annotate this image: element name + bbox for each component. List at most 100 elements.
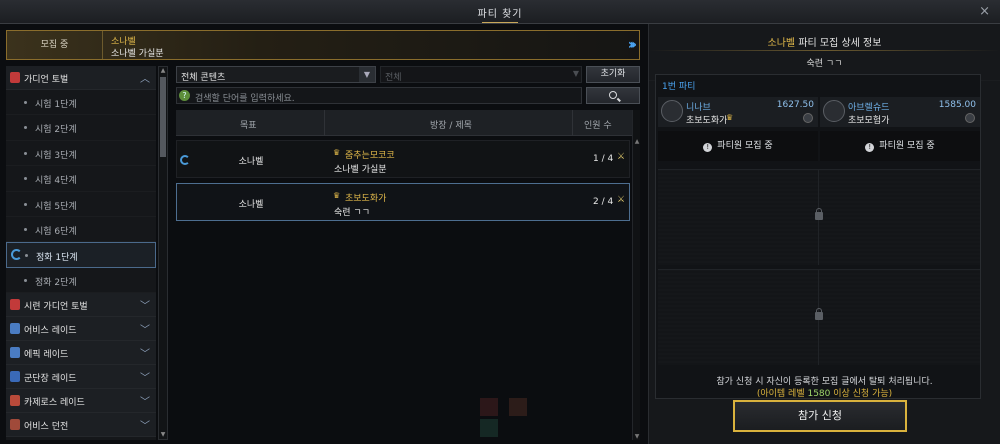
sidebar-item-trial-2[interactable]: 시험 2단계 [6, 115, 156, 141]
row-title: 소나벨 가실분 [334, 165, 387, 175]
class-avatar-icon [823, 100, 845, 122]
sidebar-scrollbar[interactable]: ▲ ▼ [158, 66, 168, 440]
detail-title-rest: 파티 모집 상세 정보 [795, 38, 882, 49]
header-goal: 목표 [240, 121, 257, 131]
level-req-suffix: 이상 신청 가능) [830, 389, 893, 399]
table-row[interactable]: 소나벨 ♛ 줌추는모코코 소나벨 가실분 1 / 4 ⚔ [176, 140, 630, 178]
banner-label: 모집 중 [7, 31, 103, 59]
category-label: 에픽 레이드 [24, 350, 69, 361]
table-scrollbar[interactable]: ▲ ▼ [632, 110, 640, 440]
abyss-dungeon-icon [10, 419, 20, 431]
sidebar-item-label: 시험 6단계 [35, 226, 77, 237]
bullet-icon [24, 101, 27, 104]
title-ornament [482, 17, 518, 23]
member-item-level: 1585.00 [938, 100, 976, 110]
row-leader: 초보도화가 [345, 194, 387, 204]
recruiting-banner[interactable]: 모집 중 소나벨 소나벨 가실분 ››› [6, 30, 640, 60]
sidebar-item-purify-1[interactable]: 정화 1단계 [6, 242, 156, 268]
sidebar-item-trial-5[interactable]: 시험 5단계 [6, 192, 156, 217]
chevron-down-icon[interactable]: ▼ [359, 67, 375, 82]
guardian-icon [10, 72, 20, 83]
member-class: 초보도화가 [686, 116, 728, 126]
abyss-raid-icon [10, 323, 20, 335]
help-icon[interactable]: ? [179, 90, 190, 101]
row-count: 1 / 4 [593, 154, 614, 164]
sidebar-item-trial-4[interactable]: 시험 4단계 [6, 166, 156, 192]
detail-panel: 소나벨 파티 모집 상세 정보 숙련 ㄱㄱ 1번 파티 니나브 초보도화가 ♛ … [648, 24, 1000, 444]
chevron-up-icon: ︿ [140, 74, 150, 85]
category-legion-raid[interactable]: 군단장 레이드 ﹀ [6, 365, 156, 390]
column-divider [324, 110, 325, 136]
crown-icon: ♛ [726, 113, 734, 122]
crown-icon: ♛ [333, 191, 341, 200]
empty-slot-recruiting: ! 파티원 모집 중 [820, 131, 980, 161]
detail-title: 소나벨 파티 모집 상세 정보 [649, 34, 1000, 49]
party-header: 1번 파티 [662, 82, 696, 92]
search-button[interactable] [586, 87, 640, 104]
header-title: 방장 / 제목 [430, 121, 472, 131]
category-epic-raid[interactable]: 에픽 레이드 ﹀ [6, 341, 156, 366]
sidebar-item-label: 시험 3단계 [35, 150, 77, 161]
sub-content-select[interactable]: 전체 ▼ [380, 66, 582, 83]
chevron-down-icon[interactable]: ▼ [573, 69, 579, 78]
row-title: 숙련 ㄱㄱ [334, 208, 370, 218]
category-abyss-dungeon[interactable]: 어비스 던전 ﹀ [6, 413, 156, 438]
sidebar-item-trial-3[interactable]: 시험 3단계 [6, 141, 156, 167]
chevron-down-icon: ﹀ [140, 325, 150, 337]
bullet-icon [25, 254, 28, 258]
sidebar-item-label: 정화 1단계 [36, 253, 78, 264]
double-chevron-right-icon[interactable]: ››› [628, 37, 638, 53]
bullet-icon [24, 151, 27, 155]
search-icon [609, 91, 617, 99]
party-member-slot[interactable]: 아브렐슈드 초보모험가 1585.00 [820, 97, 980, 127]
lock-icon [815, 308, 823, 320]
sword-icon: ⚔ [617, 152, 626, 162]
row-goal: 소나벨 [238, 157, 264, 167]
inspect-icon[interactable] [803, 113, 813, 123]
bullet-icon [24, 177, 27, 181]
sidebar-item-trial-1[interactable]: 시험 1단계 [6, 90, 156, 116]
alert-icon: ! [865, 143, 875, 152]
class-avatar-icon [661, 100, 683, 122]
kazeros-raid-icon [10, 395, 20, 407]
inspect-icon[interactable] [965, 113, 975, 123]
chevron-down-icon: ﹀ [140, 349, 150, 361]
alert-icon: ! [703, 143, 713, 152]
reset-button[interactable]: 초기화 [586, 66, 640, 83]
join-button[interactable]: 참가 신청 [733, 400, 907, 432]
bullet-icon [24, 126, 27, 130]
category-label: 시련 가디언 토벌 [24, 302, 88, 313]
title-bar: 파티 찾기 × [0, 0, 1000, 24]
crown-icon: ♛ [333, 148, 341, 157]
close-button[interactable]: × [979, 4, 990, 19]
category-trial-guardian[interactable]: 시련 가디언 토벌 ﹀ [6, 293, 156, 318]
category-guardian[interactable]: 가디언 토벌 ︿ [6, 66, 156, 90]
row-goal: 소나벨 [238, 200, 264, 210]
content-select[interactable]: 전체 콘텐츠 ▼ [176, 66, 376, 83]
locked-party-slot [658, 269, 980, 365]
party-member-slot[interactable]: 니나브 초보도화가 ♛ 1627.50 [658, 97, 818, 127]
sword-icon: ⚔ [617, 195, 626, 205]
legion-raid-icon [10, 371, 20, 383]
table-row[interactable]: 소나벨 ♛ 초보도화가 숙련 ㄱㄱ 2 / 4 ⚔ [176, 183, 630, 221]
sidebar-item-purify-2[interactable]: 정화 2단계 [6, 268, 156, 294]
sidebar-item-label: 시험 4단계 [35, 176, 77, 187]
scroll-up-icon[interactable]: ▲ [633, 138, 641, 145]
category-label: 어비스 레이드 [24, 326, 77, 337]
empty-slot-recruiting: ! 파티원 모집 중 [658, 131, 818, 161]
category-label: 가디언 토벌 [24, 75, 69, 85]
sidebar-item-label: 시험 1단계 [35, 100, 77, 110]
scroll-thumb[interactable] [160, 77, 166, 157]
divider [649, 50, 1000, 51]
recruiting-label: 파티원 모집 중 [717, 141, 773, 151]
scroll-down-icon[interactable]: ▼ [159, 431, 167, 439]
party-box: 1번 파티 니나브 초보도화가 ♛ 1627.50 아브렐슈드 초보모험가 15… [655, 74, 981, 399]
column-divider [572, 110, 573, 136]
search-input[interactable]: ? 검색할 단어를 입력하세요. [176, 87, 582, 104]
scroll-up-icon[interactable]: ▲ [159, 67, 167, 75]
category-abyss-raid[interactable]: 어비스 레이드 ﹀ [6, 317, 156, 342]
category-kazeros-raid[interactable]: 카제로스 레이드 ﹀ [6, 389, 156, 414]
member-item-level: 1627.50 [776, 100, 814, 110]
scroll-down-icon[interactable]: ▼ [633, 433, 641, 440]
sidebar-item-trial-6[interactable]: 시험 6단계 [6, 217, 156, 243]
